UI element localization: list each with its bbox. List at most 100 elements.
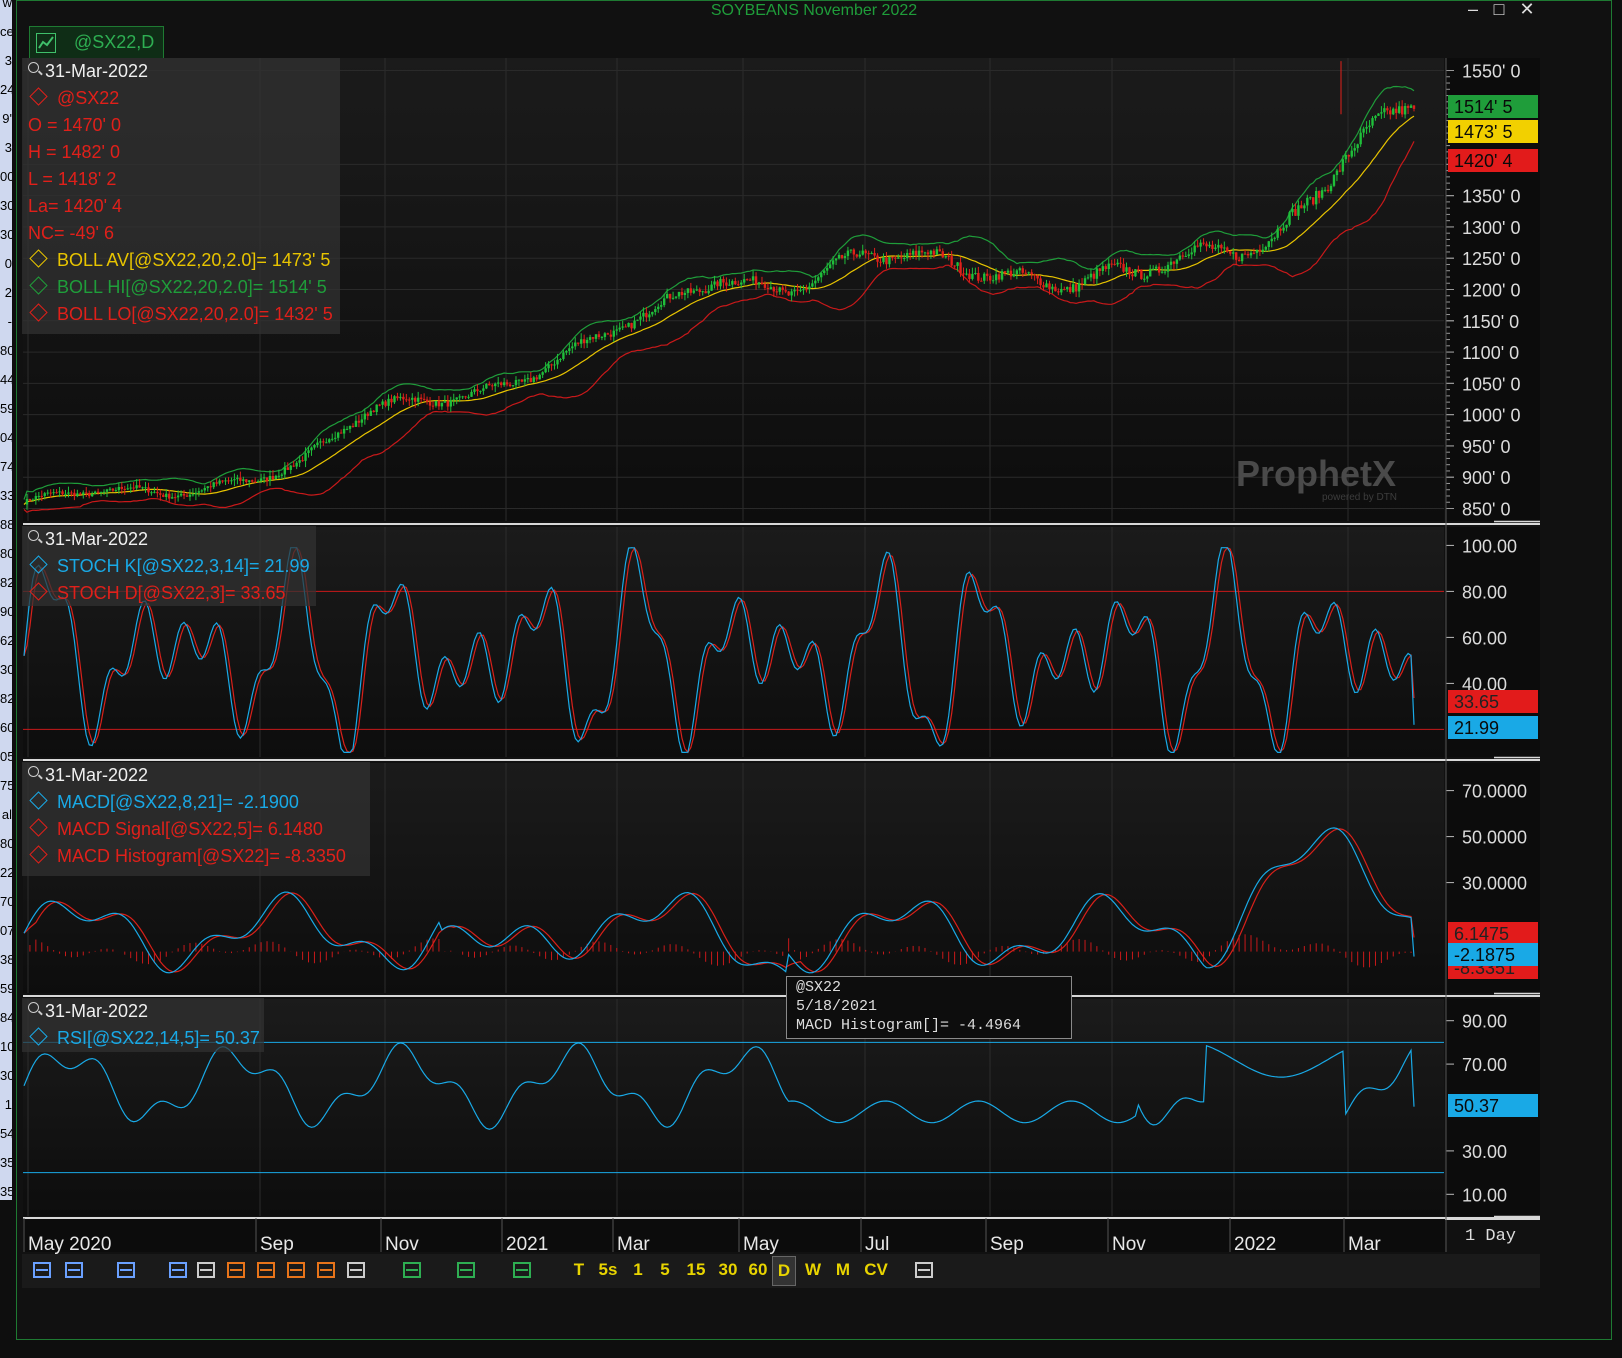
pin-icon[interactable]: [30, 1258, 54, 1282]
candle-body: [85, 492, 88, 494]
magnifier-icon[interactable]: [28, 766, 39, 777]
legend-item[interactable]: O = 1470' 0: [28, 115, 121, 136]
candle-body: [402, 396, 405, 400]
interval-button-d[interactable]: D: [772, 1256, 796, 1286]
candle-body: [1273, 237, 1276, 239]
candle-body: [917, 250, 921, 256]
candle-body: [858, 254, 861, 257]
candle-body: [25, 498, 29, 505]
legend-item[interactable]: @SX22: [28, 87, 119, 109]
candle-body: [144, 487, 147, 489]
interval-button-m[interactable]: M: [832, 1256, 854, 1284]
crosshair-icon[interactable]: [254, 1258, 278, 1282]
candle-body: [1220, 244, 1223, 249]
candle-body: [1223, 247, 1226, 249]
candle-body: [837, 254, 841, 259]
price-candle: [787, 291, 790, 297]
scale-icon[interactable]: [344, 1258, 368, 1282]
candle-body: [938, 249, 941, 252]
candle-body: [624, 326, 627, 328]
price-candle: [1332, 173, 1336, 188]
range-icon[interactable]: [314, 1258, 338, 1282]
macd-axis-label: 50.0000: [1462, 828, 1527, 848]
split-icon[interactable]: [284, 1258, 308, 1282]
legend-item[interactable]: STOCH K[@SX22,3,14]= 21.99: [28, 555, 310, 577]
candle-body: [591, 337, 595, 339]
candle-body: [298, 460, 301, 463]
candle-body: [1329, 185, 1333, 192]
candle-body: [221, 480, 224, 482]
candle-body: [28, 498, 32, 501]
candle-body: [947, 255, 950, 257]
candle-body: [64, 493, 67, 495]
magnifier-icon[interactable]: [28, 1002, 39, 1013]
layout-icon[interactable]: [62, 1258, 86, 1282]
interval-button-t[interactable]: T: [568, 1256, 590, 1284]
undo-icon[interactable]: [166, 1258, 190, 1282]
candle-body: [414, 397, 417, 402]
interval-button-5[interactable]: 5: [654, 1256, 676, 1284]
candle-body: [1389, 110, 1392, 115]
candle-body: [411, 397, 414, 400]
candle-body: [52, 492, 55, 494]
legend-item[interactable]: NC= -49' 6: [28, 223, 114, 244]
magnifier-icon[interactable]: [28, 62, 39, 73]
candle-body: [968, 273, 971, 279]
list-icon[interactable]: [224, 1258, 248, 1282]
candle-body: [46, 492, 49, 494]
candle-body: [239, 477, 242, 481]
legend-item[interactable]: H = 1482' 0: [28, 142, 120, 163]
legend-item[interactable]: MACD Signal[@SX22,5]= 6.1480: [28, 818, 323, 840]
legend-item[interactable]: La= 1420' 4: [28, 196, 122, 217]
legend-item[interactable]: BOLL HI[@SX22,20,2.0]= 1514' 5: [28, 276, 327, 298]
interval-button-cv[interactable]: CV: [862, 1256, 890, 1284]
candle-body: [713, 281, 716, 285]
candle-body: [138, 485, 141, 488]
legend-item[interactable]: L = 1418' 2: [28, 169, 116, 190]
legend-item[interactable]: MACD[@SX22,8,21]= -2.1900: [28, 791, 299, 813]
candle-body: [817, 277, 820, 281]
legend-item[interactable]: RSI[@SX22,14,5]= 50.37: [28, 1027, 260, 1049]
candle-body: [126, 488, 129, 490]
price-axis-label: 1300' 0: [1462, 218, 1521, 238]
price-candle: [1140, 269, 1143, 280]
interval-button-60[interactable]: 60: [744, 1256, 772, 1284]
candle-body: [959, 262, 962, 274]
period-label: 1 Day: [1465, 1227, 1517, 1246]
candle-body: [660, 305, 663, 307]
interval-button-15[interactable]: 15: [682, 1256, 710, 1284]
price-axis-label: 1150' 0: [1462, 312, 1519, 332]
candle-body: [556, 359, 559, 365]
legend-item[interactable]: BOLL AV[@SX22,20,2.0]= 1473' 5: [28, 249, 330, 271]
price-axis-label: 900' 0: [1462, 468, 1510, 488]
candle-body: [375, 404, 378, 413]
candle-body: [336, 432, 340, 438]
print-icon[interactable]: [114, 1258, 138, 1282]
candle-body: [168, 493, 171, 499]
interval-button-w[interactable]: W: [802, 1256, 824, 1284]
candle-body: [464, 396, 467, 398]
legend-item[interactable]: STOCH D[@SX22,3]= 33.65: [28, 582, 286, 604]
rsi-legend: 31-Mar-2022 RSI[@SX22,14,5]= 50.37: [22, 998, 264, 1052]
candle-body: [1205, 243, 1208, 247]
redo-icon[interactable]: [194, 1258, 218, 1282]
x-axis-label: May: [743, 1234, 779, 1255]
candle-body: [692, 290, 696, 293]
legend-item[interactable]: BOLL LO[@SX22,20,2.0]= 1432' 5: [28, 303, 333, 325]
bars-icon[interactable]: [400, 1258, 424, 1282]
export-icon[interactable]: [912, 1258, 936, 1282]
tooltip-symbol: @SX22: [796, 979, 842, 996]
candle-body: [73, 492, 76, 497]
trendline-icon[interactable]: [454, 1258, 478, 1282]
legend-item[interactable]: MACD Histogram[@SX22]= -8.3350: [28, 845, 346, 867]
interval-button-1[interactable]: 1: [627, 1256, 649, 1284]
candle-body: [1080, 283, 1084, 285]
interval-button-30[interactable]: 30: [714, 1256, 742, 1284]
magnifier-icon[interactable]: [28, 530, 39, 541]
candle-body: [1030, 272, 1033, 275]
candle-body: [657, 306, 660, 310]
candle-body: [894, 257, 897, 259]
candle-icon[interactable]: [510, 1258, 534, 1282]
interval-button-5s[interactable]: 5s: [594, 1256, 622, 1284]
candle-body: [105, 489, 109, 492]
